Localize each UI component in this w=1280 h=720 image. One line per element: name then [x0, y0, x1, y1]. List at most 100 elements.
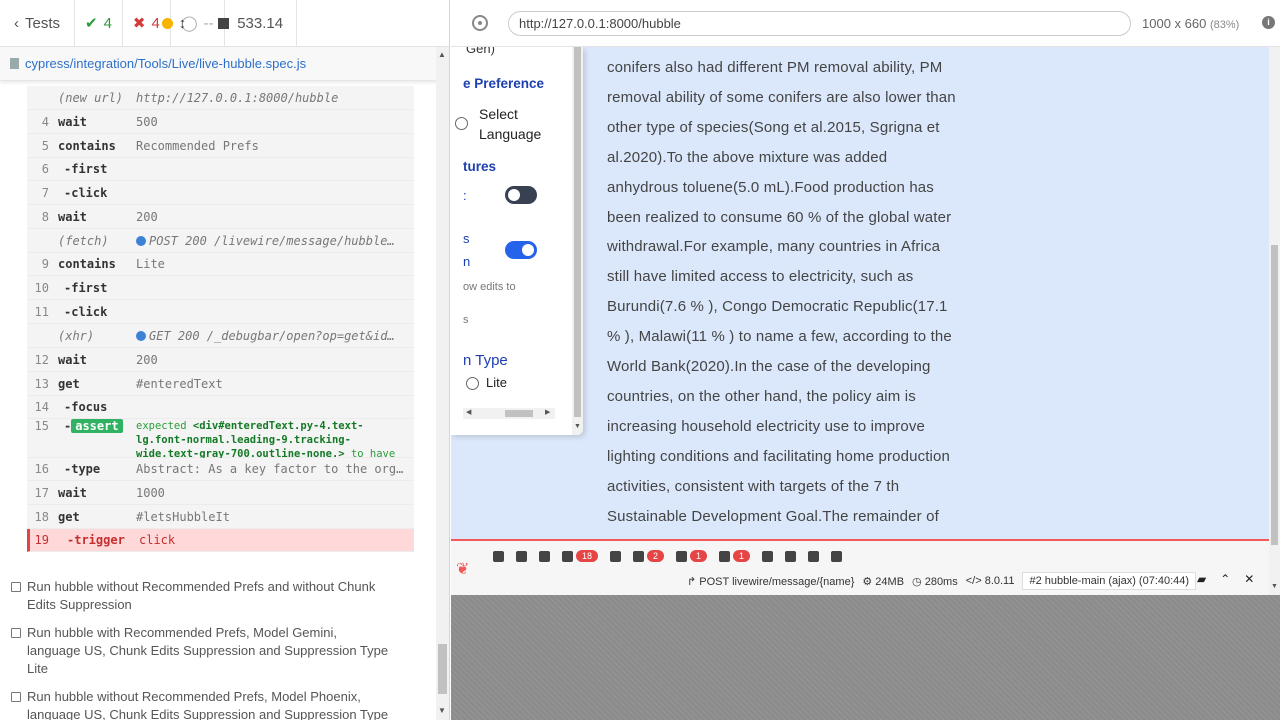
scroll-down-icon[interactable]: ▼ — [574, 423, 581, 430]
command-row[interactable]: (new url) http://127.0.0.1:8000/hubble — [27, 86, 414, 110]
scrollbar-thumb[interactable] — [438, 644, 447, 694]
command-row[interactable]: 4 wait 500 — [27, 110, 414, 134]
command-row[interactable]: 7 -click — [27, 181, 414, 205]
feature-n-label: n — [463, 254, 471, 269]
text-line: Burundi(7.6 % ), Congo Democratic Republ… — [607, 298, 948, 316]
command-row[interactable]: 11 -click — [27, 300, 414, 324]
lite-label: Lite — [486, 375, 507, 390]
command-row[interactable]: 18 get #letsHubbleIt — [27, 505, 414, 529]
command-number: 6 — [41, 162, 49, 176]
viewport-size: 1000 x 660 (83%) — [1142, 16, 1239, 31]
info-icon[interactable]: i — [1262, 16, 1275, 29]
command-message: #letsHubbleIt — [136, 505, 408, 529]
tab-queries[interactable]: 2 — [627, 547, 670, 565]
test-pending-checkbox-icon — [11, 582, 21, 592]
lite-radio[interactable] — [466, 377, 479, 390]
tab-views[interactable]: 18 — [556, 547, 604, 565]
command-row[interactable]: 19 -trigger click — [27, 529, 414, 552]
reporter-scrollbar[interactable]: ▲ ▼ — [436, 47, 449, 720]
command-message-text: click — [139, 533, 176, 547]
command-row[interactable]: 17 wait 1000 — [27, 481, 414, 505]
feature-toggle-1[interactable] — [505, 186, 537, 204]
command-row[interactable]: 14 -focus — [27, 396, 414, 419]
command-message-text: POST 200 /livewire/message/hubble… — [149, 234, 395, 248]
time-text: 280ms — [924, 575, 958, 588]
debugbar-logo-icon[interactable]: ❦ — [456, 559, 476, 578]
scroll-right-icon[interactable]: ▶ — [545, 408, 550, 416]
debugbar-status: ↱ POST livewire/message/{name} ⚙ 24MB ◷ … — [687, 572, 1197, 590]
command-message: 500 — [136, 110, 408, 134]
tests-back-button[interactable]: ‹ Tests — [0, 0, 75, 46]
scrollbar-thumb[interactable] — [1271, 245, 1278, 545]
tab-route[interactable] — [604, 547, 627, 565]
entered-text[interactable]: conifers also had different PM removal a… — [607, 53, 977, 532]
scroll-down-icon[interactable]: ▼ — [1271, 583, 1278, 590]
tab-exceptions[interactable] — [533, 547, 556, 565]
command-number: 4 — [41, 115, 49, 129]
scrollbar-thumb[interactable] — [574, 47, 581, 417]
command-row[interactable]: 10 -first — [27, 276, 414, 300]
tab-mail[interactable] — [756, 547, 779, 565]
test-item[interactable]: Run hubble without Recommended Prefs and… — [10, 578, 390, 614]
stop-button[interactable] — [218, 17, 230, 29]
command-message: 200 — [136, 348, 408, 372]
scroll-up-icon[interactable]: ▲ — [438, 50, 446, 59]
tab-request[interactable] — [779, 547, 802, 565]
panel-horizontal-scrollbar[interactable]: ◀ ▶ — [463, 408, 555, 419]
assert-badge: assert — [71, 419, 123, 433]
check-icon: ✔ — [85, 15, 98, 32]
tab-models[interactable]: 1 — [670, 547, 713, 565]
scroll-toggle-icon[interactable]: ↕ — [179, 15, 187, 32]
test-item[interactable]: Run hubble without Recommended Prefs, Mo… — [10, 688, 390, 720]
test-item[interactable]: Run hubble with Recommended Prefs, Model… — [10, 624, 390, 678]
command-name: contains — [58, 139, 116, 153]
command-row[interactable]: 16 -type Abstract: As a key factor to the … — [27, 458, 414, 481]
command-message-text: 500 — [136, 115, 158, 129]
command-row[interactable]: 12 wait 200 — [27, 348, 414, 372]
command-row[interactable]: 13 get #enteredText — [27, 372, 414, 396]
scroll-down-icon[interactable]: ▼ — [438, 706, 446, 715]
route-text: POST livewire/message/{name} — [699, 575, 855, 588]
command-message: Abstract: As a key factor to the organiz… — [136, 458, 408, 481]
scrollbar-thumb[interactable] — [505, 410, 533, 417]
command-row[interactable]: 9 contains Lite — [27, 253, 414, 276]
views-badge: 18 — [576, 550, 599, 562]
spec-file-path[interactable]: cypress/integration/Tools/Live/live-hubb… — [0, 47, 449, 81]
tab-timeline[interactable] — [510, 547, 533, 565]
command-name: - assert — [64, 419, 123, 433]
command-name: (xhr) — [58, 329, 95, 343]
select-language-radio[interactable] — [455, 117, 468, 130]
folder-open-icon[interactable]: ▰ — [1197, 572, 1206, 586]
list-icon — [493, 550, 504, 562]
command-row[interactable]: 15- assert expected <div#enteredText.py-4.… — [27, 419, 414, 474]
aut-url[interactable]: http://127.0.0.1:8000/hubble — [508, 11, 1131, 36]
command-name: get — [58, 377, 80, 391]
scroll-left-icon[interactable]: ◀ — [466, 408, 471, 416]
chunk-edits-toggle[interactable] — [505, 241, 537, 259]
command-name: -type — [64, 462, 101, 476]
toggle-knob — [522, 244, 534, 256]
memory-info: ⚙ 24MB — [862, 575, 905, 588]
page-scrollbar[interactable]: ▼ — [1269, 47, 1280, 595]
tab-livewire[interactable]: 1 — [713, 547, 756, 565]
close-icon[interactable]: ✕ — [1244, 572, 1254, 586]
chevron-up-icon[interactable]: ⌃ — [1220, 572, 1230, 586]
command-number: 18 — [34, 510, 49, 524]
command-list: (new url) http://127.0.0.1:8000/hubble 4 wa… — [27, 86, 414, 552]
selector-playground-icon[interactable] — [472, 15, 488, 31]
dataset-select[interactable]: #2 hubble-main (ajax) (07:40:44) — [1022, 572, 1197, 590]
command-row[interactable]: (xhr) GET 200 /_debugbar/open?op=get&id… — [27, 324, 414, 348]
auto-scroll-indicator-icon[interactable] — [161, 17, 173, 29]
chevron-left-icon: ‹ — [13, 14, 19, 32]
command-row[interactable]: 8 wait 200 — [27, 205, 414, 229]
bolt-icon — [719, 550, 731, 562]
command-row[interactable]: 5 contains Recommended Prefs — [27, 134, 414, 158]
command-row[interactable]: 6 -first — [27, 158, 414, 181]
panel-vertical-scrollbar[interactable]: ▼ — [572, 47, 583, 435]
command-number: 5 — [41, 139, 49, 153]
command-number: 15 — [34, 419, 49, 433]
command-row[interactable]: (fetch) POST 200 /livewire/message/hubble… — [27, 229, 414, 253]
tab-session[interactable] — [802, 547, 825, 565]
tab-config[interactable] — [825, 547, 848, 565]
tab-messages[interactable] — [487, 547, 510, 565]
